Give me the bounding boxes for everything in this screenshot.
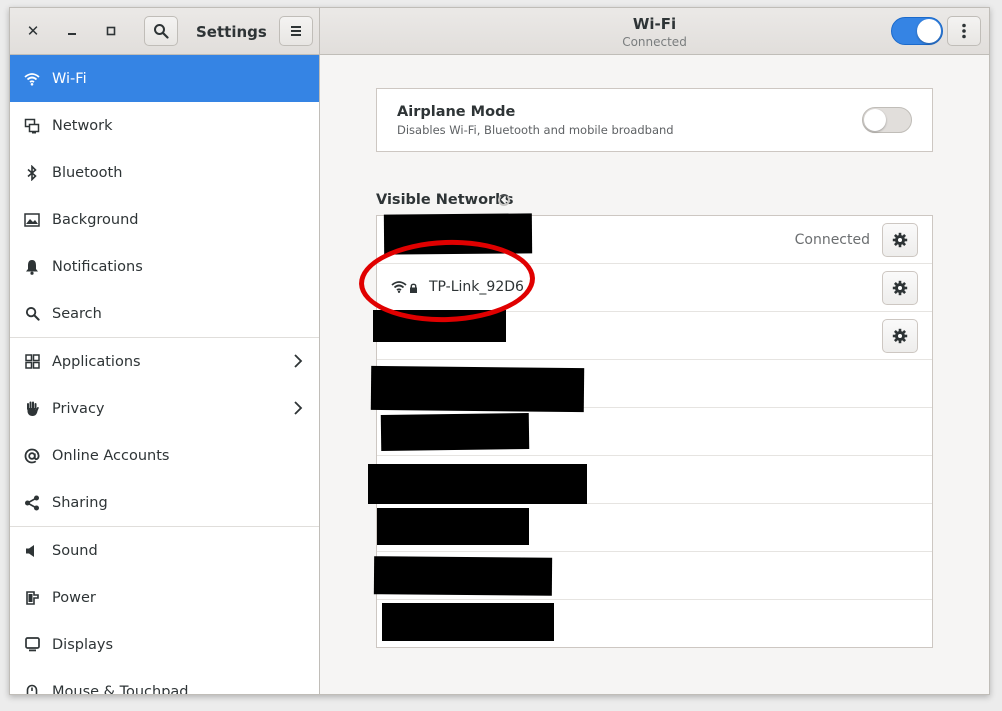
speaker-icon [23, 542, 41, 560]
network-settings-button[interactable] [882, 223, 918, 257]
sidebar-item-label: Search [52, 305, 102, 322]
app-title: Settings [196, 23, 267, 41]
sidebar-item-label: Mouse & Touchpad [52, 683, 189, 695]
sidebar-item-label: Displays [52, 636, 114, 653]
more-options-button[interactable] [947, 16, 981, 46]
minimize-icon [68, 33, 76, 35]
sidebar-item-label: Notifications [52, 258, 143, 275]
sidebar-item-applications[interactable]: Applications [10, 338, 319, 385]
share-icon [23, 494, 41, 512]
sidebar-item-bluetooth[interactable]: Bluetooth [10, 149, 319, 196]
loading-spinner-icon [498, 194, 510, 206]
page-title: Wi-Fi [632, 15, 677, 33]
sidebar-item-label: Sound [52, 542, 98, 559]
bluetooth-icon [23, 164, 41, 182]
network-status: Connected [794, 232, 870, 248]
header-center: Wi-Fi Connected [320, 8, 989, 54]
maximize-icon [106, 26, 116, 36]
sidebar: Wi-Fi Network Bluetooth Background Notif… [10, 55, 320, 694]
airplane-toggle-knob [864, 109, 886, 131]
search-icon [154, 24, 169, 39]
airplane-mode-description: Disables Wi-Fi, Bluetooth and mobile bro… [397, 123, 674, 137]
gear-icon [892, 232, 908, 248]
background-icon [23, 211, 41, 229]
sidebar-item-power[interactable]: Power [10, 574, 319, 621]
sidebar-item-label: Sharing [52, 494, 108, 511]
search-button[interactable] [144, 16, 178, 46]
wifi-toggle[interactable] [891, 17, 943, 45]
sidebar-item-label: Network [52, 117, 113, 134]
airplane-mode-toggle[interactable] [862, 107, 912, 133]
header-bar: ✕ Settings Wi-Fi Connected [10, 8, 989, 55]
search-icon [23, 305, 41, 323]
sidebar-item-label: Privacy [52, 400, 105, 417]
page-subtitle: Connected [622, 35, 687, 49]
sidebar-item-label: Online Accounts [52, 447, 170, 464]
sidebar-item-sharing[interactable]: Sharing [10, 479, 319, 527]
redaction-mark [380, 412, 530, 452]
redaction-mark [377, 508, 529, 545]
redaction-mark [382, 603, 554, 641]
sidebar-item-label: Wi-Fi [52, 70, 87, 87]
gear-icon [892, 280, 908, 296]
sidebar-item-label: Power [52, 589, 96, 606]
applications-icon [23, 353, 41, 371]
close-window-button[interactable]: ✕ [18, 17, 48, 45]
sidebar-item-background[interactable]: Background [10, 196, 319, 243]
sidebar-item-online-accounts[interactable]: Online Accounts [10, 432, 319, 479]
redaction-mark [373, 556, 553, 596]
sidebar-item-notifications[interactable]: Notifications [10, 243, 319, 290]
more-vertical-icon [962, 23, 966, 39]
display-icon [23, 636, 41, 654]
airplane-mode-title: Airplane Mode [397, 104, 516, 120]
network-settings-button[interactable] [882, 319, 918, 353]
at-icon [23, 447, 41, 465]
redaction-mark [370, 365, 585, 413]
sidebar-item-network[interactable]: Network [10, 102, 319, 149]
sidebar-item-label: Background [52, 211, 139, 228]
sidebar-item-label: Bluetooth [52, 164, 123, 181]
airplane-mode-card: Airplane Mode Disables Wi-Fi, Bluetooth … [376, 88, 933, 152]
sidebar-item-mouse-touchpad[interactable]: Mouse & Touchpad [10, 668, 319, 694]
sidebar-item-search[interactable]: Search [10, 290, 319, 338]
hand-icon [23, 400, 41, 418]
sidebar-item-displays[interactable]: Displays [10, 621, 319, 668]
maximize-window-button[interactable] [96, 17, 126, 45]
wifi-toggle-knob [917, 19, 941, 43]
visible-networks-title: Visible Networks [376, 192, 514, 208]
bell-icon [23, 258, 41, 276]
power-icon [23, 589, 41, 607]
minimize-window-button[interactable] [57, 17, 87, 45]
sidebar-item-privacy[interactable]: Privacy [10, 385, 319, 432]
main-menu-button[interactable] [279, 16, 313, 46]
hamburger-icon [291, 26, 301, 36]
sidebar-item-sound[interactable]: Sound [10, 527, 319, 574]
gear-icon [892, 328, 908, 344]
header-left: ✕ Settings [10, 8, 320, 54]
sidebar-item-wifi[interactable]: Wi-Fi [10, 55, 319, 102]
sidebar-item-label: Applications [52, 353, 141, 370]
network-settings-button[interactable] [882, 271, 918, 305]
redaction-mark [368, 464, 587, 504]
chevron-right-icon [294, 401, 303, 415]
chevron-right-icon [294, 354, 303, 368]
mouse-icon [23, 683, 41, 694]
wifi-icon [23, 70, 41, 88]
network-icon [23, 117, 41, 135]
